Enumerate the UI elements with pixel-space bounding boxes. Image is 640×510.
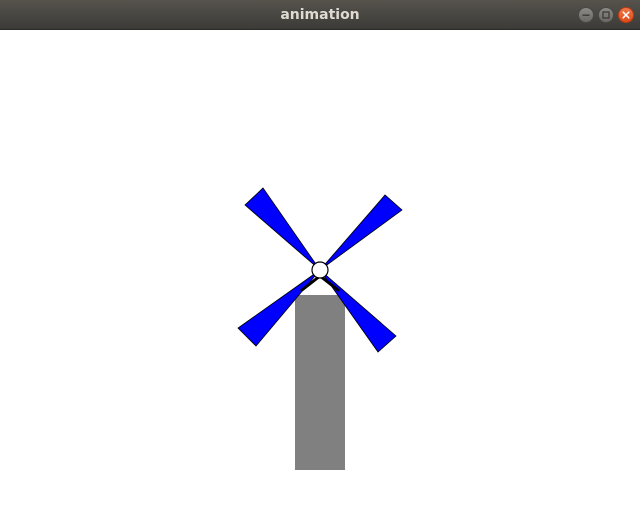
app-window: animation (0, 0, 640, 510)
titlebar[interactable]: animation (0, 0, 640, 30)
close-button[interactable] (618, 7, 634, 23)
window-controls (578, 7, 634, 23)
windmill-drawing (237, 187, 403, 470)
windmill-blade-top-right (319, 194, 403, 271)
close-icon (622, 11, 630, 19)
maximize-button[interactable] (598, 7, 614, 23)
windmill-hub (311, 261, 329, 279)
minimize-icon (582, 14, 590, 16)
maximize-icon (602, 11, 610, 19)
minimize-button[interactable] (578, 7, 594, 23)
windmill-blade-top-left (244, 187, 321, 271)
window-title: animation (280, 7, 360, 23)
animation-canvas (0, 30, 640, 510)
windmill-tower (295, 295, 345, 470)
